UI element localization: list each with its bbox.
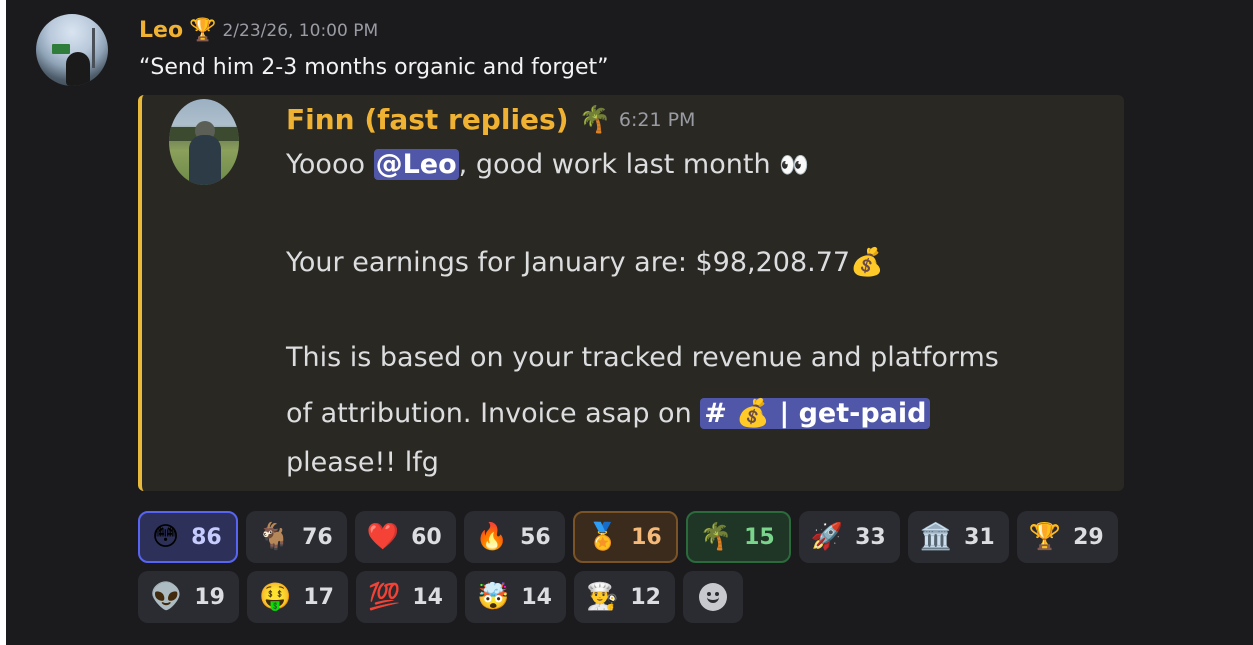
embed-line-4: of attribution. Invoice asap on # 💰 | ge… bbox=[286, 397, 931, 429]
reaction-emoji-icon: 🌴 bbox=[699, 522, 733, 552]
reactions-row-2: 👽 19 🤑 17 💯 14 🤯 14 👨‍🍳 12 bbox=[138, 571, 1238, 623]
reactions-bar: 😳 86 🐐 76 ❤️ 60 🔥 56 🏅 16 🌴 15 🚀 33 🏛️ 31 🏆 29 👽 19 🤑 17 💯 14 🤯… bbox=[138, 511, 1238, 631]
embed-author-avatar[interactable] bbox=[169, 99, 239, 185]
embed-line-2: Your earnings for January are: $98,208.7… bbox=[286, 246, 884, 278]
reaction-button[interactable]: 🚀 33 bbox=[798, 511, 900, 563]
reaction-button[interactable]: 🤑 17 bbox=[247, 571, 348, 623]
embed-timestamp: 6:21 PM bbox=[618, 108, 696, 131]
embed-text: Your earnings for January are: $98,208.7… bbox=[286, 247, 851, 278]
reaction-button[interactable]: 🏅 16 bbox=[572, 511, 678, 563]
user-mention[interactable]: @Leo bbox=[373, 149, 459, 180]
reaction-count: 86 bbox=[191, 524, 222, 550]
reaction-emoji-icon: 🚀 bbox=[810, 522, 844, 552]
channel-mention[interactable]: # 💰 | get-paid bbox=[700, 398, 931, 429]
reaction-button[interactable]: 🏆 29 bbox=[1016, 511, 1118, 563]
eyes-icon: 👀 bbox=[779, 151, 810, 179]
reaction-count: 17 bbox=[303, 584, 334, 610]
embed-line-5: please!! lfg bbox=[286, 447, 439, 478]
reaction-count: 14 bbox=[521, 584, 552, 610]
embed-author-name[interactable]: Finn (fast replies) bbox=[286, 103, 569, 136]
reaction-count: 16 bbox=[631, 524, 662, 550]
trophy-icon: 🏆 bbox=[189, 17, 217, 43]
reaction-button[interactable]: 💯 14 bbox=[356, 571, 457, 623]
reaction-count: 56 bbox=[520, 524, 551, 550]
reaction-button[interactable]: 🌴 15 bbox=[685, 511, 791, 563]
reaction-button[interactable]: ❤️ 60 bbox=[354, 511, 456, 563]
reaction-emoji-icon: 👨‍🍳 bbox=[586, 582, 619, 612]
reaction-button[interactable]: 🏛️ 31 bbox=[907, 511, 1009, 563]
embed-line-1: Yoooo @Leo, good work last month 👀 bbox=[286, 149, 809, 180]
reaction-emoji-icon: 👽 bbox=[150, 582, 183, 612]
chat-frame: Leo 🏆 2/23/26, 10:00 PM “Send him 2-3 mo… bbox=[6, 0, 1253, 645]
author-avatar[interactable] bbox=[36, 14, 108, 86]
palm-tree-icon: 🌴 bbox=[578, 104, 611, 135]
reaction-emoji-icon: 🏆 bbox=[1028, 522, 1062, 552]
reaction-emoji-icon: 🐐 bbox=[257, 522, 291, 552]
reaction-emoji-icon: 🏛️ bbox=[919, 522, 953, 552]
reaction-count: 29 bbox=[1073, 524, 1104, 550]
reaction-emoji-icon: 🔥 bbox=[475, 522, 509, 552]
reaction-count: 19 bbox=[194, 584, 225, 610]
embed-text: , good work last month bbox=[458, 149, 780, 180]
message-text: “Send him 2-3 months organic and forget” bbox=[139, 55, 609, 80]
reaction-emoji-icon: 🏅 bbox=[586, 522, 620, 552]
reaction-emoji-icon: 😳 bbox=[152, 522, 180, 552]
embed-text: Yoooo bbox=[286, 149, 374, 180]
money-bag-icon: 💰 bbox=[850, 247, 884, 278]
reaction-count: 15 bbox=[744, 524, 775, 550]
reaction-count: 33 bbox=[855, 524, 886, 550]
reaction-button[interactable]: 🐐 76 bbox=[245, 511, 347, 563]
reaction-count: 60 bbox=[411, 524, 442, 550]
reactions-row-1: 😳 86 🐐 76 ❤️ 60 🔥 56 🏅 16 🌴 15 🚀 33 🏛️ 31 🏆 29 bbox=[138, 511, 1238, 563]
reaction-emoji-icon: ❤️ bbox=[366, 522, 400, 552]
reaction-count: 76 bbox=[302, 524, 333, 550]
reaction-button[interactable]: 😳 86 bbox=[138, 511, 238, 563]
reaction-button[interactable]: 👽 19 bbox=[138, 571, 239, 623]
add-reaction-button[interactable] bbox=[683, 571, 743, 623]
reaction-count: 14 bbox=[412, 584, 443, 610]
embed-text: of attribution. Invoice asap on bbox=[286, 398, 701, 429]
embed-header: Finn (fast replies) 🌴 6:21 PM bbox=[286, 103, 695, 136]
reaction-emoji-icon: 💯 bbox=[368, 582, 401, 612]
reaction-button[interactable]: 👨‍🍳 12 bbox=[574, 571, 675, 623]
reaction-button[interactable]: 🔥 56 bbox=[463, 511, 565, 563]
reaction-count: 12 bbox=[630, 584, 661, 610]
smiley-icon bbox=[699, 583, 727, 611]
reaction-emoji-icon: 🤯 bbox=[477, 582, 510, 612]
forwarded-message-embed: Finn (fast replies) 🌴 6:21 PM Yoooo @Leo… bbox=[138, 95, 1124, 491]
reaction-emoji-icon: 🤑 bbox=[259, 582, 292, 612]
reaction-count: 31 bbox=[964, 524, 995, 550]
message-header: Leo 🏆 2/23/26, 10:00 PM bbox=[139, 18, 378, 43]
author-name[interactable]: Leo bbox=[139, 18, 183, 43]
message-timestamp: 2/23/26, 10:00 PM bbox=[222, 20, 379, 41]
reaction-button[interactable]: 🤯 14 bbox=[465, 571, 566, 623]
embed-line-3: This is based on your tracked revenue an… bbox=[286, 342, 999, 373]
